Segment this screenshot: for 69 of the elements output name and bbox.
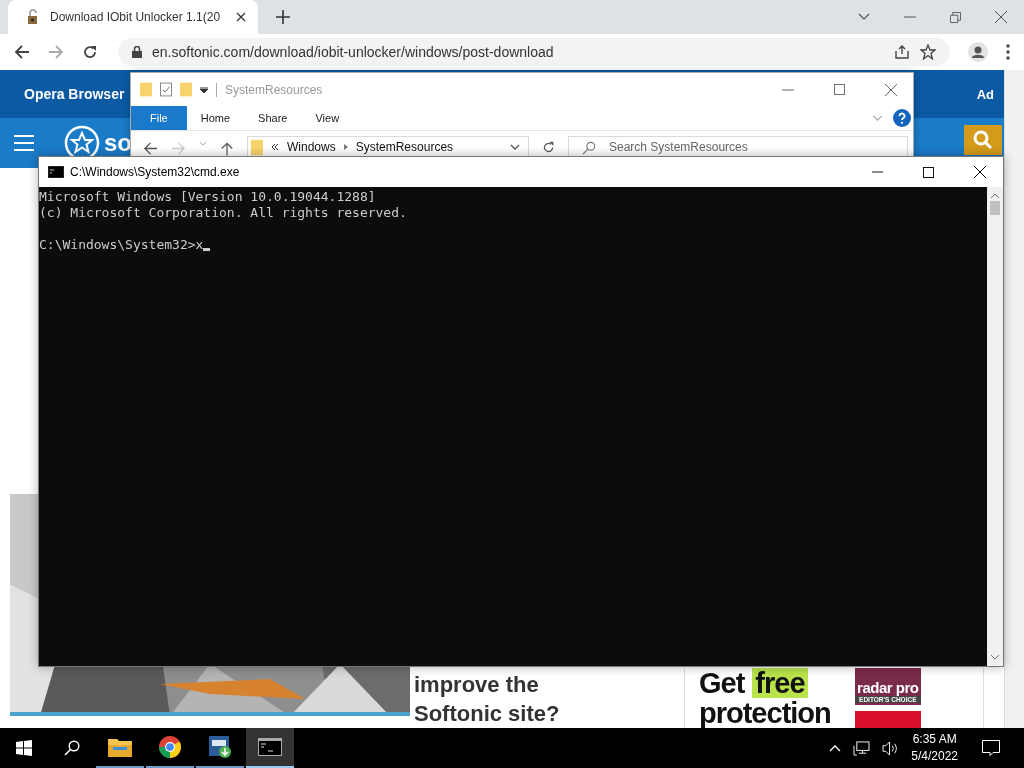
- ad-label: Ad: [976, 86, 994, 102]
- share-icon[interactable]: [894, 44, 910, 60]
- logo-badge: [854, 710, 921, 728]
- scrollbar[interactable]: [1004, 70, 1024, 728]
- article-heading-line: improve the: [414, 671, 540, 699]
- restore-icon[interactable]: [950, 11, 961, 23]
- chevron-down-icon[interactable]: [991, 655, 999, 660]
- star-icon[interactable]: [920, 44, 936, 60]
- volume-icon[interactable]: [882, 740, 900, 756]
- refresh-icon[interactable]: [542, 141, 555, 154]
- search-icon: [973, 130, 993, 150]
- app-download-icon: [208, 735, 232, 759]
- back-icon[interactable]: [14, 44, 30, 60]
- scrollbar-thumb[interactable]: [990, 201, 1000, 215]
- notification-icon[interactable]: [982, 740, 1000, 756]
- console-line: C:\Windows\System32>x: [39, 236, 204, 252]
- search-icon[interactable]: [64, 740, 80, 756]
- folder-icon: [251, 138, 263, 156]
- maximize-icon[interactable]: [923, 166, 934, 178]
- up-arrow-icon[interactable]: [220, 141, 234, 156]
- ad-headline-word: Get: [699, 668, 745, 698]
- chevron-down-icon[interactable]: [858, 13, 870, 21]
- new-tab-icon[interactable]: [276, 10, 290, 24]
- breadcrumb-item[interactable]: Windows: [287, 140, 336, 154]
- help-icon[interactable]: [893, 109, 911, 127]
- console-line: Microsoft Windows [Version 10.0.19044.1288]: [39, 188, 376, 204]
- search-field[interactable]: Search SystemResources: [568, 136, 908, 158]
- network-icon[interactable]: [853, 740, 871, 756]
- ribbon-tab[interactable]: View: [301, 106, 354, 130]
- chevron-right-icon: [343, 144, 348, 150]
- ribbon-tab[interactable]: File: [131, 106, 187, 130]
- lock-icon: [132, 46, 142, 58]
- address-bar[interactable]: en.softonic.com/download/iobit-unlocker/windows/post-download: [118, 38, 950, 66]
- back-icon[interactable]: [143, 141, 158, 156]
- scrollbar[interactable]: [987, 187, 1003, 666]
- ad-headline-word: free: [752, 668, 808, 698]
- console-icon: [48, 166, 64, 178]
- window-title: C:\Windows\System32\cmd.exe: [70, 165, 240, 179]
- round-logo-icon: [158, 735, 182, 759]
- console-icon: [258, 738, 282, 756]
- banner-text[interactable]: Opera Browser: [24, 86, 125, 102]
- search-icon: [582, 141, 596, 155]
- window-title: SystemResources: [225, 82, 323, 97]
- logo-text: so: [104, 129, 132, 157]
- console-taskbar-button[interactable]: [246, 728, 294, 768]
- profile-icon[interactable]: [968, 42, 988, 62]
- ribbon-tab[interactable]: Share: [244, 106, 302, 130]
- text-cursor: [203, 248, 211, 251]
- menu-icon[interactable]: [1006, 44, 1010, 60]
- folder-icon: [108, 737, 132, 757]
- ribbon-tab[interactable]: Home: [186, 106, 245, 130]
- double-chevron-icon: [271, 144, 279, 150]
- close-icon[interactable]: [236, 12, 246, 22]
- checklist-icon: [160, 82, 172, 97]
- console-area[interactable]: Microsoft Windows [Version 10.0.19044.1288] (c) Microsoft Corporation. All rights reserved. C:\Windows\System32>x: [39, 187, 987, 666]
- browser-tab[interactable]: Download IObit Unlocker 1.1(20: [8, 0, 258, 34]
- start-icon[interactable]: [16, 740, 32, 756]
- menu-icon[interactable]: [14, 135, 34, 151]
- breadcrumb-item[interactable]: SystemResources: [355, 140, 454, 154]
- search-button[interactable]: [964, 125, 1002, 155]
- article-heading-line: Softonic site?: [414, 700, 561, 728]
- console-line: (c) Microsoft Corporation. All rights reserved.: [39, 204, 407, 220]
- folder-icon: [140, 82, 152, 97]
- folder-icon: [180, 82, 192, 97]
- dropdown-icon[interactable]: [200, 86, 208, 93]
- reload-icon[interactable]: [82, 44, 98, 60]
- clock[interactable]: 6:35 AM 5/4/2022: [911, 731, 958, 765]
- close-icon[interactable]: [974, 166, 986, 178]
- chevron-down-icon[interactable]: [510, 144, 520, 150]
